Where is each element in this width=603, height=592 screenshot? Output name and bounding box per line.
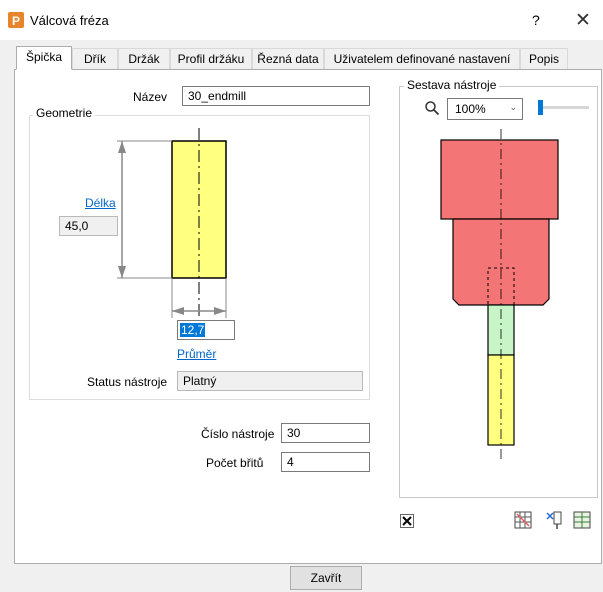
length-value[interactable]: 45,0 [59, 216, 118, 236]
length-arrow-bottom [118, 266, 126, 278]
flutes-input[interactable]: 4 [281, 452, 370, 472]
zoom-select-value: 100% [455, 102, 486, 116]
flutes-label: Počet břitů [206, 456, 264, 470]
status-label: Status nástroje [87, 375, 168, 389]
status-value: Platný [177, 371, 363, 391]
tab-popis[interactable]: Popis [520, 48, 568, 70]
assembly-legend: Sestava nástroje [404, 78, 500, 92]
tab-drzak[interactable]: Držák [118, 48, 170, 70]
name-label: Název [133, 90, 168, 104]
diameter-selected-text: 12,7 [180, 323, 206, 337]
zoom-icon[interactable] [424, 100, 440, 116]
close-window-button[interactable]: ✕ [575, 9, 591, 32]
zoom-slider[interactable] [538, 100, 589, 115]
tab-profil-drzaku[interactable]: Profil držáku [170, 48, 252, 70]
tool-number-input[interactable]: 30 [281, 423, 370, 443]
help-button[interactable]: ? [532, 12, 540, 28]
diameter-arrow-right [214, 307, 226, 315]
assembly-drawing [440, 129, 559, 463]
tip-drawing [117, 128, 227, 321]
diameter-input[interactable]: 12,7 [177, 320, 235, 340]
diameter-arrow-left [172, 307, 184, 315]
tab-spicka[interactable]: Špička [16, 46, 72, 70]
zoom-slider-thumb[interactable] [538, 100, 543, 115]
tool-number-label: Číslo nástroje [201, 427, 275, 441]
length-arrow-top [118, 141, 126, 153]
tab-rezna-data[interactable]: Řezná data [252, 48, 324, 70]
tool-grid-icon[interactable] [514, 511, 532, 529]
zoom-select[interactable]: 100% ⌄ [447, 98, 523, 120]
window-title: Válcová fréza [30, 13, 109, 28]
diameter-link[interactable]: Průměr [177, 347, 216, 361]
chevron-down-icon: ⌄ [509, 102, 517, 112]
svg-text:P: P [12, 14, 20, 28]
collapse-icon[interactable] [400, 514, 414, 528]
name-input[interactable]: 30_endmill [182, 86, 370, 106]
close-button[interactable]: Zavřít [290, 566, 362, 590]
app-logo-icon: P [8, 12, 24, 28]
tool-edit-icon[interactable] [544, 510, 564, 530]
holder-upper [440, 139, 559, 220]
tab-uzivatelske-nastaveni[interactable]: Uživatelem definované nastavení [324, 48, 520, 70]
length-link[interactable]: Délka [85, 196, 116, 210]
geometry-legend: Geometrie [33, 106, 96, 120]
tab-drik[interactable]: Dřík [72, 48, 118, 70]
tool-table-icon[interactable] [572, 510, 592, 530]
